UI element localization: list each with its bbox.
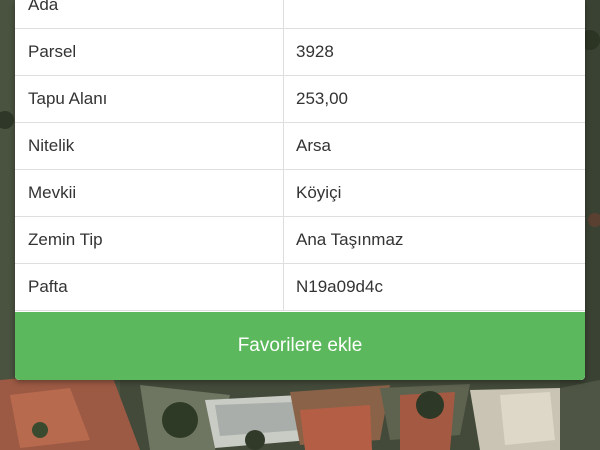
row-value: 3928 — [296, 42, 334, 61]
column-divider — [283, 29, 284, 75]
row-value: 253,00 — [296, 89, 348, 108]
info-row-mevkii: Mevkii Köyiçi — [15, 170, 585, 217]
row-value: Arsa — [296, 136, 331, 155]
info-row-tapu-alani: Tapu Alanı 253,00 — [15, 76, 585, 123]
row-label: Nitelik — [28, 136, 75, 155]
column-divider — [283, 217, 284, 263]
row-label: Ada — [28, 0, 59, 14]
column-divider — [283, 76, 284, 122]
row-label: Zemin Tip — [28, 230, 103, 249]
info-row-pafta: Pafta N19a09d4c — [15, 264, 585, 311]
row-value: Ana Taşınmaz — [296, 230, 404, 249]
parcel-info-card: Ada Parsel 3928 Tapu Alanı 253,00 Niteli… — [15, 0, 585, 380]
column-divider — [283, 123, 284, 169]
add-to-favorites-button[interactable]: Favorilere ekle — [15, 312, 585, 380]
row-label: Mevkii — [28, 183, 77, 202]
column-divider — [283, 170, 284, 216]
row-value: Köyiçi — [296, 183, 342, 202]
info-row-nitelik: Nitelik Arsa — [15, 123, 585, 170]
info-row-zemin-tip: Zemin Tip Ana Taşınmaz — [15, 217, 585, 264]
column-divider — [283, 264, 284, 310]
column-divider — [283, 0, 284, 28]
row-label: Tapu Alanı — [28, 89, 108, 108]
info-row-ada: Ada — [15, 0, 585, 29]
row-label: Parsel — [28, 42, 77, 61]
info-row-parsel: Parsel 3928 — [15, 29, 585, 76]
row-value: N19a09d4c — [296, 277, 383, 296]
row-label: Pafta — [28, 277, 68, 296]
